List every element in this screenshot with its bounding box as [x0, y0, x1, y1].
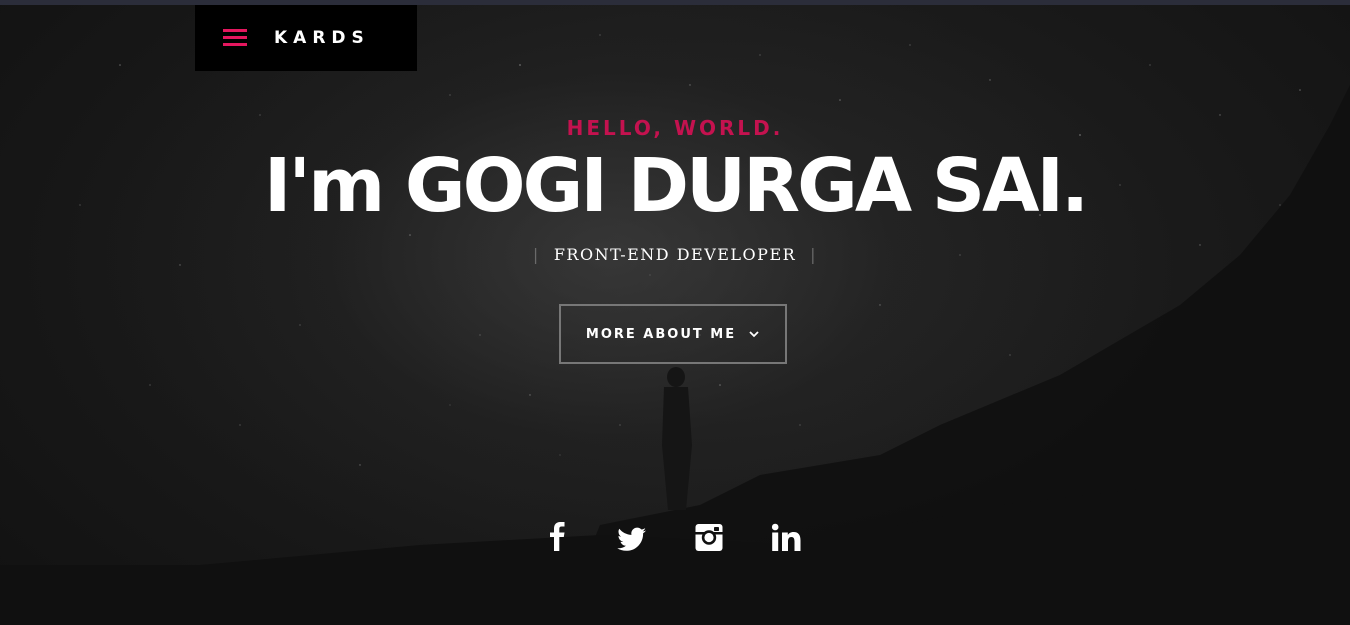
role-separator-right: |	[810, 245, 818, 264]
hero-title: I'm GOGI DURGA SAI.	[263, 143, 1089, 229]
linkedin-icon[interactable]	[771, 518, 802, 558]
facebook-icon[interactable]	[546, 518, 570, 558]
role-line: | FRONT-END DEVELOPER |	[0, 243, 1350, 267]
instagram-icon[interactable]	[694, 518, 724, 558]
twitter-icon[interactable]	[615, 518, 647, 558]
hamburger-menu-icon[interactable]	[223, 27, 247, 48]
role-separator-left: |	[532, 245, 540, 264]
role-text: FRONT-END DEVELOPER	[553, 245, 797, 264]
greeting-text: HELLO, WORLD.	[566, 116, 784, 140]
chevron-down-icon	[749, 331, 759, 338]
site-header: KARDS	[195, 5, 417, 71]
more-about-me-label: MORE ABOUT ME	[585, 326, 737, 342]
more-about-me-button[interactable]: MORE ABOUT ME	[559, 304, 787, 364]
site-logo[interactable]: KARDS	[274, 26, 370, 50]
